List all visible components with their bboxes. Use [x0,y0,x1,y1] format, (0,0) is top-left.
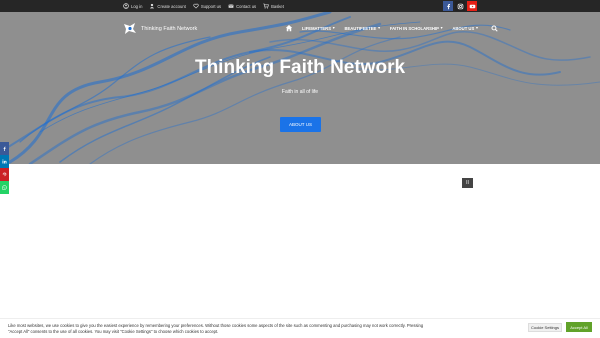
site-name: Thinking Faith Network [141,25,198,32]
chevron-down-icon: ▼ [332,26,336,30]
facebook-icon [446,3,450,9]
social-links [443,1,477,11]
nav-beautifeetee-label: BEAUTIFEETEE [344,25,377,31]
user-icon [150,3,155,9]
chevron-down-icon: ▼ [475,26,479,30]
nav-about-us-label: ABOUT US [452,25,475,31]
create-account-link[interactable]: Create account [149,3,186,9]
home-icon [285,25,293,32]
blue-smoke-background [0,12,600,164]
about-us-button[interactable]: ABOUT US [280,117,321,132]
side-share-bar [0,142,9,194]
cart-icon [263,3,270,9]
nav-about-us[interactable]: ABOUT US ▼ [452,26,478,31]
basket-link[interactable]: Basket [263,3,284,9]
youtube-icon [469,4,475,8]
create-account-label: Create account [157,3,186,9]
facebook-icon [3,146,6,151]
hero-subtitle: Faith in all of life [281,89,319,95]
pinterest-icon [2,172,7,177]
accept-all-button[interactable]: Accept All [566,322,592,332]
login-icon [123,3,129,9]
search-button[interactable] [491,24,499,32]
nav-faith-in-scholarship-label: FAITH IN SCHOLARSHIP [389,25,439,31]
support-us-label: Support us [200,3,222,9]
slider-pause-button[interactable]: II [462,178,473,188]
chevron-down-icon: ▼ [377,26,381,30]
share-pinterest-button[interactable] [0,168,9,181]
contact-us-label: Contact us [236,3,257,9]
basket-label: Basket [271,3,284,9]
share-linkedin-button[interactable] [0,155,9,168]
account-links: Log in Create account Support us Contact… [123,0,284,12]
login-label: Log in [131,3,143,9]
nav-beautifeetee[interactable]: BEAUTIFEETEE ▼ [344,26,380,31]
envelope-icon [228,4,234,8]
cookie-banner: Like most websites, we use cookies to gi… [0,318,600,338]
share-facebook-button[interactable] [0,142,9,155]
whatsapp-icon [2,185,7,190]
network-logo-icon [124,23,136,34]
nav-lifematters-label: LIFEMATTERS [302,25,331,31]
site-logo[interactable]: Thinking Faith Network [121,22,197,35]
share-whatsapp-button[interactable] [0,181,9,194]
instagram-link[interactable] [455,1,465,11]
hero-title: Thinking Faith Network [194,57,406,78]
linkedin-icon [2,159,7,164]
hero-banner [0,12,600,164]
nav-faith-in-scholarship[interactable]: FAITH IN SCHOLARSHIP ▼ [390,26,444,31]
heart-icon [193,3,199,9]
cookie-settings-button[interactable]: Cookie Settings [528,323,562,332]
chevron-down-icon: ▼ [439,26,444,30]
nav-lifematters[interactable]: LIFEMATTERS ▼ [302,26,335,31]
support-us-link[interactable]: Support us [193,3,221,9]
facebook-link[interactable] [443,1,453,11]
top-bar: Log in Create account Support us Contact… [0,0,600,12]
youtube-link[interactable] [467,1,477,11]
cookie-notice-text: Like most websites, we use cookies to gi… [8,323,424,334]
instagram-icon [457,3,463,9]
search-icon [491,24,498,32]
contact-us-link[interactable]: Contact us [228,3,256,9]
main-navigation: LIFEMATTERS ▼ BEAUTIFEETEE ▼ FAITH IN SC… [285,24,499,32]
nav-home[interactable] [285,24,293,32]
login-link[interactable]: Log in [123,3,142,9]
